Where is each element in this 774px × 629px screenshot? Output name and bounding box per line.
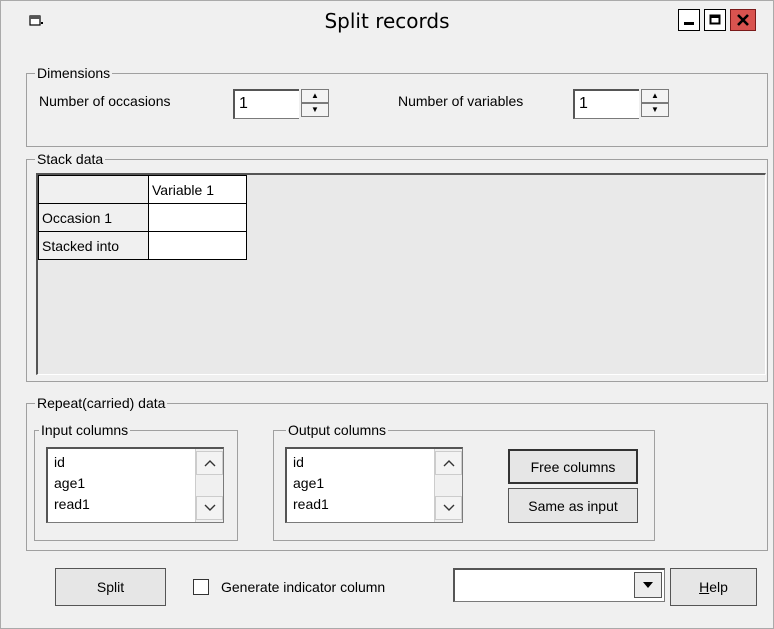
chevron-down-icon (204, 504, 215, 511)
free-columns-button[interactable]: Free columns (508, 449, 638, 484)
input-list-scrollbar[interactable] (195, 449, 223, 522)
spin-down-button[interactable]: ▼ (641, 103, 669, 117)
scroll-down-button[interactable] (196, 496, 223, 520)
dropdown-button[interactable] (634, 572, 662, 598)
grid-cell[interactable] (148, 231, 247, 260)
close-icon (737, 14, 749, 26)
occasions-label: Number of occasions (39, 93, 171, 109)
chevron-up-icon (204, 460, 215, 467)
list-item[interactable]: id (54, 452, 65, 472)
same-as-input-button[interactable]: Same as input (508, 488, 638, 523)
stack-table[interactable]: Variable 1 Occasion 1 Stacked into (38, 175, 247, 260)
split-records-window: Split records Dimensions Number of occas… (0, 0, 774, 629)
indicator-label[interactable]: Generate indicator column (221, 579, 385, 595)
spin-up-button[interactable]: ▲ (301, 89, 329, 103)
column-header-variable-1: Variable 1 (148, 175, 247, 204)
maximize-button[interactable] (704, 9, 726, 31)
variables-spinner[interactable]: ▲ ▼ (641, 89, 671, 119)
title-bar[interactable]: Split records (1, 1, 773, 41)
spin-up-button[interactable]: ▲ (641, 89, 669, 103)
spin-down-button[interactable]: ▼ (301, 103, 329, 117)
window-title: Split records (324, 9, 450, 33)
minimize-icon (684, 22, 694, 25)
help-button[interactable]: Help (670, 568, 757, 606)
scroll-up-button[interactable] (196, 451, 223, 475)
chevron-down-icon (443, 504, 454, 511)
help-label: Help (699, 579, 728, 595)
maximize-icon (709, 14, 721, 25)
row-header-stacked-into: Stacked into (38, 231, 149, 260)
indicator-column-select[interactable] (453, 568, 665, 602)
output-columns-list[interactable]: id age1 read1 (285, 447, 463, 523)
minimize-button[interactable] (678, 9, 700, 31)
stack-data-legend: Stack data (35, 151, 106, 167)
repeat-data-legend: Repeat(carried) data (35, 395, 168, 411)
list-item[interactable]: read1 (54, 494, 90, 514)
list-item[interactable]: id (293, 452, 304, 472)
scroll-up-button[interactable] (435, 451, 462, 475)
chevron-up-icon (443, 460, 454, 467)
row-header-occasion-1: Occasion 1 (38, 203, 149, 232)
variables-label: Number of variables (398, 93, 524, 109)
dropdown-arrow-icon (643, 582, 653, 588)
dimensions-legend: Dimensions (35, 65, 113, 81)
indicator-checkbox[interactable] (193, 579, 209, 595)
grid-cell[interactable] (148, 203, 247, 232)
scroll-down-button[interactable] (435, 496, 462, 520)
occasions-spinner[interactable]: ▲ ▼ (301, 89, 331, 119)
close-button[interactable] (730, 9, 756, 31)
variables-input[interactable]: 1 (573, 89, 639, 119)
output-list-scrollbar[interactable] (434, 449, 462, 522)
list-item[interactable]: read1 (293, 494, 329, 514)
output-columns-legend: Output columns (286, 422, 389, 438)
occasions-input[interactable]: 1 (233, 89, 299, 119)
split-button[interactable]: Split (55, 568, 166, 606)
stack-grid[interactable]: Variable 1 Occasion 1 Stacked into (36, 173, 766, 375)
list-item[interactable]: age1 (293, 473, 324, 493)
input-columns-list[interactable]: id age1 read1 (46, 447, 224, 523)
corner-cell (38, 175, 149, 204)
list-item[interactable]: age1 (54, 473, 85, 493)
input-columns-legend: Input columns (39, 422, 131, 438)
